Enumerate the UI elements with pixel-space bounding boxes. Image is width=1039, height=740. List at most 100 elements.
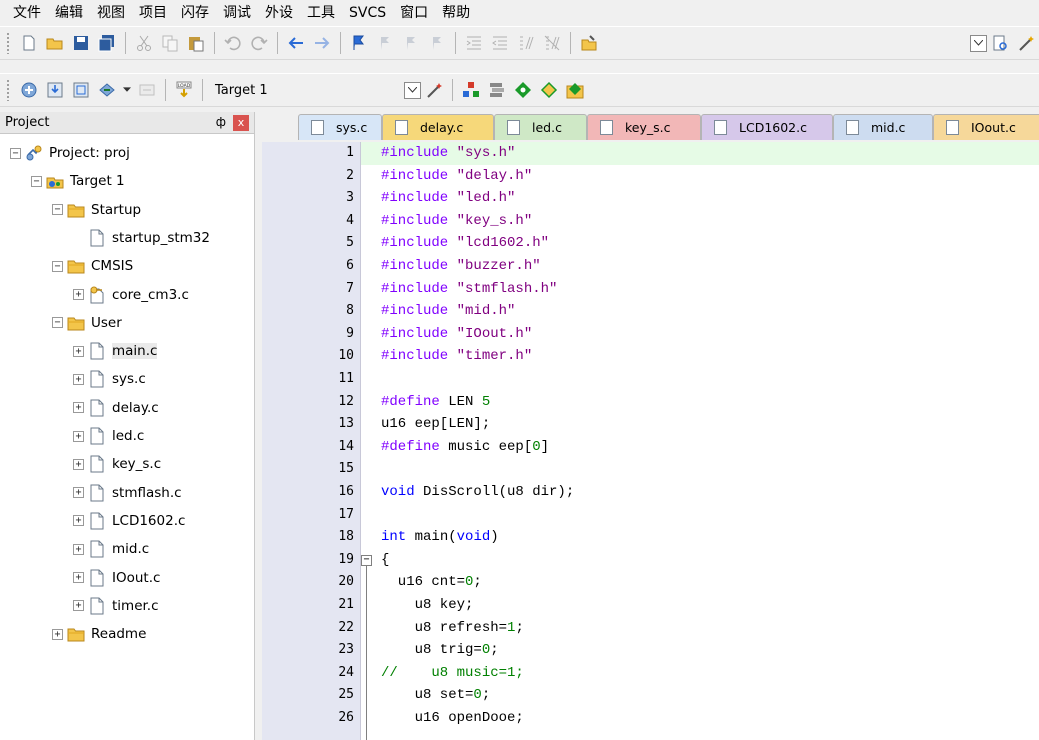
tree-item[interactable]: + mid.c xyxy=(73,538,149,560)
tree-item[interactable]: + timer.c xyxy=(73,595,159,617)
comment-button[interactable] xyxy=(515,32,537,54)
code-line[interactable]: #define music eep[0] xyxy=(381,436,549,459)
code-line[interactable]: u8 refresh=1; xyxy=(381,617,524,640)
menu-flash[interactable]: 闪存 xyxy=(174,0,216,26)
expand-icon[interactable]: + xyxy=(52,628,63,640)
previous-bookmark-button[interactable] xyxy=(374,32,396,54)
manage-project-items-button[interactable] xyxy=(486,79,508,101)
expand-icon[interactable]: + xyxy=(73,402,84,414)
tree-item[interactable]: + main.c xyxy=(73,340,158,362)
file-tab[interactable]: delay.c xyxy=(382,114,494,140)
stop-build-button[interactable] xyxy=(136,79,158,101)
menu-project[interactable]: 项目 xyxy=(132,0,174,26)
debug-settings-button[interactable] xyxy=(1015,32,1037,54)
uncomment-button[interactable] xyxy=(541,32,563,54)
tree-item[interactable]: − Target 1 xyxy=(31,170,125,192)
code-line[interactable]: u16 openDooe; xyxy=(381,707,524,730)
menu-debug[interactable]: 调试 xyxy=(216,0,258,26)
code-line[interactable]: u8 set=0; xyxy=(381,684,491,707)
rebuild-button[interactable] xyxy=(70,79,92,101)
code-line[interactable]: #include "lcd1602.h" xyxy=(381,232,549,255)
code-line[interactable]: // u8 music=1; xyxy=(381,662,524,685)
batch-build-button[interactable] xyxy=(96,79,118,101)
build-button[interactable] xyxy=(44,79,66,101)
expand-icon[interactable]: + xyxy=(73,458,84,470)
menu-file[interactable]: 文件 xyxy=(6,0,48,26)
expand-icon[interactable]: + xyxy=(73,600,84,612)
menu-view[interactable]: 视图 xyxy=(90,0,132,26)
save-all-button[interactable] xyxy=(96,32,118,54)
code-line[interactable]: #include "key_s.h" xyxy=(381,210,532,233)
select-software-packs-button[interactable] xyxy=(538,79,560,101)
find-dropdown-arrow[interactable] xyxy=(970,34,987,52)
code-line[interactable]: int main(void) xyxy=(381,526,499,549)
file-tab[interactable]: sys.c xyxy=(298,114,382,140)
file-tab[interactable]: key_s.c xyxy=(587,114,701,140)
open-file-button[interactable] xyxy=(44,32,66,54)
new-file-button[interactable] xyxy=(18,32,40,54)
tree-item[interactable]: + sys.c xyxy=(73,368,146,390)
options-for-target-button[interactable] xyxy=(423,79,445,101)
tree-item[interactable]: + delay.c xyxy=(73,397,159,419)
tree-item[interactable]: + LCD1602.c xyxy=(73,510,185,532)
file-tab[interactable]: led.c xyxy=(494,114,587,140)
copy-button[interactable] xyxy=(159,32,181,54)
expand-icon[interactable]: + xyxy=(73,373,84,385)
find-in-files-button[interactable] xyxy=(578,32,600,54)
menu-help[interactable]: 帮助 xyxy=(435,0,477,26)
download-button[interactable]: LOAD xyxy=(173,79,195,101)
code-line[interactable]: u16 eep[LEN]; xyxy=(381,413,490,436)
expand-icon[interactable]: + xyxy=(73,572,84,583)
expand-icon[interactable]: + xyxy=(73,543,84,555)
tree-item[interactable]: + IOout.c xyxy=(73,567,160,589)
save-button[interactable] xyxy=(70,32,92,54)
code-line[interactable]: #define LEN 5 xyxy=(381,391,490,414)
code-line[interactable]: #include "timer.h" xyxy=(381,345,532,368)
tree-item[interactable]: + Readme xyxy=(52,623,146,645)
undo-button[interactable] xyxy=(222,32,244,54)
menu-window[interactable]: 窗口 xyxy=(393,0,435,26)
expand-icon[interactable]: + xyxy=(73,345,84,357)
file-tab[interactable]: LCD1602.c xyxy=(701,114,833,140)
clear-bookmarks-button[interactable] xyxy=(426,32,448,54)
tree-item[interactable]: + core_cm3.c xyxy=(73,284,189,306)
expand-icon[interactable]: + xyxy=(73,515,84,527)
tree-item[interactable]: + led.c xyxy=(73,425,144,447)
paste-button[interactable] xyxy=(185,32,207,54)
code-line[interactable]: #include "led.h" xyxy=(381,187,515,210)
code-line[interactable]: #include "IOout.h" xyxy=(381,323,532,346)
tree-item[interactable]: − User xyxy=(52,312,122,334)
collapse-icon[interactable]: − xyxy=(52,260,63,272)
insert-bookmark-button[interactable] xyxy=(348,32,370,54)
toolbar-grip[interactable] xyxy=(6,32,10,54)
menu-tools[interactable]: 工具 xyxy=(300,0,342,26)
pin-icon[interactable]: ф xyxy=(216,115,226,129)
code-line[interactable]: #include "sys.h" xyxy=(381,142,515,165)
target-select[interactable]: Target 1 xyxy=(210,78,400,102)
target-dropdown-arrow[interactable] xyxy=(404,81,421,99)
code-line[interactable]: #include "buzzer.h" xyxy=(381,255,541,278)
next-bookmark-button[interactable] xyxy=(400,32,422,54)
collapse-icon[interactable]: − xyxy=(31,175,42,187)
code-line[interactable]: u16 cnt=0; xyxy=(381,571,482,594)
expand-icon[interactable]: + xyxy=(73,289,84,300)
code-line[interactable]: void DisScroll(u8 dir); xyxy=(381,481,574,504)
collapse-icon[interactable]: − xyxy=(10,147,21,159)
file-tab[interactable]: mid.c xyxy=(833,114,933,140)
menu-peripherals[interactable]: 外设 xyxy=(258,0,300,26)
collapse-icon[interactable]: − xyxy=(52,204,63,216)
toolbar-grip[interactable] xyxy=(6,79,10,101)
tree-item[interactable]: − Startup xyxy=(52,199,141,221)
code-line[interactable]: { xyxy=(381,549,389,572)
expand-icon[interactable]: + xyxy=(73,487,84,499)
code-line[interactable]: #include "mid.h" xyxy=(381,300,515,323)
collapse-icon[interactable]: − xyxy=(52,317,63,329)
file-tab[interactable]: IOout.c xyxy=(933,114,1039,140)
file-extensions-button[interactable] xyxy=(460,79,482,101)
navigate-back-button[interactable] xyxy=(285,32,307,54)
tree-item[interactable]: + stmflash.c xyxy=(73,482,182,504)
menu-svcs[interactable]: SVCS xyxy=(342,0,393,26)
redo-button[interactable] xyxy=(248,32,270,54)
cut-button[interactable] xyxy=(133,32,155,54)
batch-build-dropdown[interactable] xyxy=(122,79,132,101)
